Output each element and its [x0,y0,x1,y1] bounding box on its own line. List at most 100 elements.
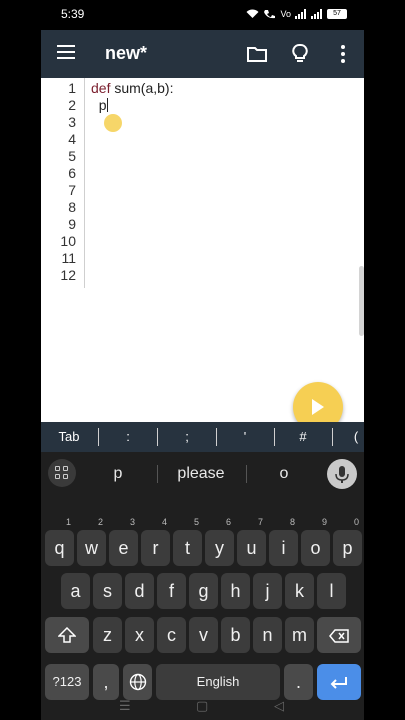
status-icons: Vo 57 [246,8,347,20]
symbol-key-semicolon[interactable]: ; [167,422,207,452]
key-o[interactable]: o9 [301,517,330,566]
backspace-key[interactable] [317,617,361,653]
key-e[interactable]: e3 [109,517,138,566]
key-u[interactable]: u7 [237,517,266,566]
nav-recents-icon[interactable]: ☰ [119,698,131,714]
globe-icon [129,673,146,691]
touch-indicator [104,114,122,132]
code-text: sum(a,b): [110,80,174,96]
key-p[interactable]: p0 [333,517,362,566]
line-number: 9 [68,216,76,232]
divider [157,428,158,446]
suggestion-item[interactable]: o [253,452,315,496]
status-bar: 5:39 Vo 57 [0,0,405,30]
app-toolbar: new* [41,30,364,78]
on-screen-keyboard: p please o q1 w2 e3 r4 t5 y6 u7 i8 o9 p0… [41,452,364,720]
volte-icon: Vo [280,9,291,19]
line-number: 3 [68,114,76,130]
suggestion-strip: p please o [41,452,364,496]
key-a[interactable]: a [61,573,90,609]
enter-key[interactable] [317,664,361,700]
divider [274,428,275,446]
period-key[interactable]: . [284,664,313,700]
line-number: 7 [68,182,76,198]
line-number: 11 [61,250,76,266]
signal-icon [311,9,322,19]
key-x[interactable]: x [125,617,154,653]
key-g[interactable]: g [189,573,218,609]
line-number: 12 [60,267,76,283]
more-vert-icon[interactable] [331,42,355,66]
battery-icon: 57 [327,9,347,19]
code-editor[interactable]: 1 2 3 4 5 6 7 8 9 10 11 12 def sum(a,b):… [41,78,364,432]
code-keyword: def [91,80,111,96]
nav-home-icon[interactable]: ▢ [196,698,208,714]
menu-icon[interactable] [57,45,75,61]
wifi-icon [246,9,259,18]
wifi-calling-icon [264,10,276,19]
backspace-icon [329,629,349,643]
code-line[interactable]: def sum(a,b): [91,80,173,97]
folder-icon[interactable] [245,42,269,66]
line-number-gutter: 1 2 3 4 5 6 7 8 9 10 11 12 [41,78,85,288]
divider [157,465,158,483]
key-i[interactable]: i8 [269,517,298,566]
line-number: 2 [68,97,76,113]
text-cursor [106,98,108,112]
status-time: 5:39 [61,7,85,21]
divider [216,428,217,446]
key-y[interactable]: y6 [205,517,234,566]
microphone-icon[interactable] [327,459,357,489]
symbols-key[interactable]: ?123 [45,664,89,700]
line-number: 5 [68,148,76,164]
lightbulb-icon[interactable] [288,42,312,66]
comma-key[interactable]: , [93,664,119,700]
line-number: 8 [68,199,76,215]
key-k[interactable]: k [285,573,314,609]
key-w[interactable]: w2 [77,517,106,566]
line-number: 6 [68,165,76,181]
file-title: new* [105,43,148,63]
signal-icon [295,9,306,19]
enter-icon [330,677,347,689]
keyboard-apps-icon[interactable] [48,459,76,487]
space-key[interactable]: English [156,664,280,700]
symbol-key-quote[interactable]: ' [225,422,265,452]
line-number: 10 [60,233,76,249]
key-l[interactable]: l [317,573,346,609]
key-j[interactable]: j [253,573,282,609]
shift-icon [57,626,77,643]
key-q[interactable]: q1 [45,517,74,566]
symbol-key-colon[interactable]: : [108,422,148,452]
divider [332,428,333,446]
key-c[interactable]: c [157,617,186,653]
key-v[interactable]: v [189,617,218,653]
symbol-key-paren[interactable]: ( [346,422,364,452]
key-r[interactable]: r4 [141,517,170,566]
shift-key[interactable] [45,617,89,653]
scroll-handle[interactable] [359,266,364,336]
key-f[interactable]: f [157,573,186,609]
key-b[interactable]: b [221,617,250,653]
line-number: 4 [68,131,76,147]
symbol-key-tab[interactable]: Tab [49,422,89,452]
code-line[interactable]: p [91,97,108,114]
suggestion-item[interactable]: p [87,452,149,496]
suggestion-item[interactable]: please [166,452,236,496]
key-h[interactable]: h [221,573,250,609]
key-z[interactable]: z [93,617,122,653]
key-d[interactable]: d [125,573,154,609]
line-number: 1 [68,80,76,96]
symbol-key-hash[interactable]: # [283,422,323,452]
symbol-bar: Tab : ; ' # ( [41,422,364,452]
divider [246,465,247,483]
divider [98,428,99,446]
language-key[interactable] [123,664,152,700]
key-s[interactable]: s [93,573,122,609]
play-icon [312,399,324,415]
key-t[interactable]: t5 [173,517,202,566]
key-m[interactable]: m [285,617,314,653]
app-screen: new* 1 2 3 4 5 6 7 8 9 10 11 12 def sum(… [41,30,364,720]
key-n[interactable]: n [253,617,282,653]
nav-back-icon[interactable]: ◁ [274,698,284,714]
